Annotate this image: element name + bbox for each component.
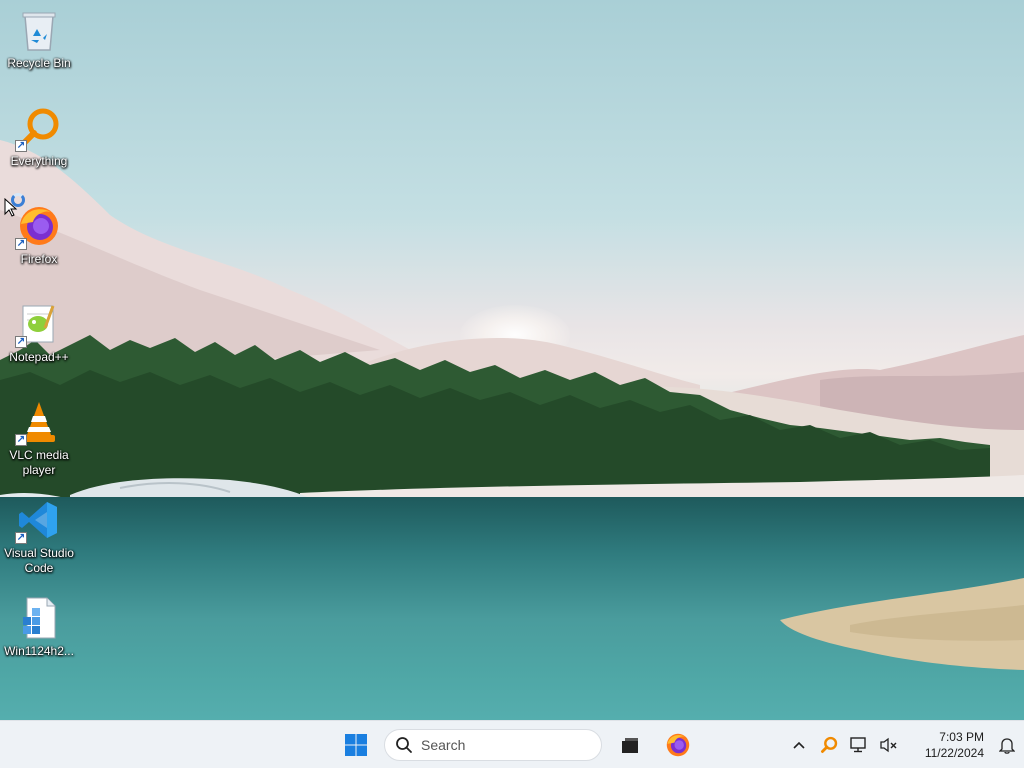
system-tray: 7:03 PM 11/22/2024 bbox=[784, 721, 1024, 769]
firefox-icon: ↗ bbox=[15, 202, 63, 250]
desktop-icon-label: Firefox bbox=[20, 252, 58, 266]
tray-volume-button[interactable] bbox=[874, 725, 904, 765]
desktop-wallpaper bbox=[0, 0, 1024, 720]
tray-network-button[interactable] bbox=[844, 725, 874, 765]
shortcut-arrow-icon: ↗ bbox=[15, 434, 27, 446]
vlc-icon: ↗ bbox=[15, 398, 63, 446]
bell-icon bbox=[999, 738, 1015, 754]
desktop-icon-label: Notepad++ bbox=[9, 350, 69, 364]
desktop-icon-everything[interactable]: ↗ Everything bbox=[0, 104, 78, 169]
desktop-icon-vlc[interactable]: ↗ VLC media player bbox=[0, 398, 78, 478]
desktop-icon-label: Visual Studio Code bbox=[4, 546, 74, 575]
clock-date: 11/22/2024 bbox=[924, 746, 984, 760]
notepadpp-icon: ↗ bbox=[15, 300, 63, 348]
everything-search-icon bbox=[821, 736, 838, 753]
desktop-icon-label: VLC media player bbox=[9, 448, 69, 477]
network-icon bbox=[850, 737, 866, 753]
desktop-icon-label: Recycle Bin bbox=[7, 56, 71, 70]
wallpaper-reeds bbox=[780, 578, 1024, 670]
desktop-icon-vscode[interactable]: ↗ Visual Studio Code bbox=[0, 496, 78, 576]
task-view-icon bbox=[622, 738, 638, 753]
start-icon bbox=[345, 734, 367, 756]
desktop-icon-label: Win1124h2... bbox=[4, 644, 74, 658]
task-view-button[interactable] bbox=[610, 725, 650, 765]
taskbar: Search 7:03 PM 11/22/2024 bbox=[0, 720, 1024, 768]
desktop-icon-notepadpp[interactable]: ↗ Notepad++ bbox=[0, 300, 78, 365]
shortcut-arrow-icon: ↗ bbox=[15, 532, 27, 544]
taskbar-firefox-button[interactable] bbox=[658, 725, 698, 765]
chevron-up-icon bbox=[793, 741, 805, 749]
shortcut-arrow-icon: ↗ bbox=[15, 336, 27, 348]
registry-file-icon bbox=[15, 594, 63, 642]
volume-muted-icon bbox=[880, 737, 897, 753]
desktop-icon-registry-file[interactable]: Win1124h2... bbox=[0, 594, 78, 659]
clock-time: 7:03 PM bbox=[939, 730, 984, 744]
recycle-bin-icon bbox=[15, 6, 63, 54]
desktop-icon-label: Everything bbox=[10, 154, 68, 168]
tray-everything-button[interactable] bbox=[814, 725, 844, 765]
start-button[interactable] bbox=[336, 725, 376, 765]
show-hidden-icons-button[interactable] bbox=[784, 725, 814, 765]
everything-search-icon: ↗ bbox=[15, 104, 63, 152]
notifications-button[interactable] bbox=[990, 725, 1024, 765]
shortcut-arrow-icon: ↗ bbox=[15, 140, 27, 152]
taskbar-clock[interactable]: 7:03 PM 11/22/2024 bbox=[904, 729, 990, 761]
taskbar-center: Search bbox=[336, 721, 698, 769]
desktop-icon-recycle-bin[interactable]: Recycle Bin bbox=[0, 6, 78, 71]
firefox-icon bbox=[666, 733, 690, 757]
mouse-cursor-icon bbox=[4, 198, 18, 217]
search-icon bbox=[396, 737, 412, 753]
shortcut-arrow-icon: ↗ bbox=[15, 238, 27, 250]
taskbar-search-box[interactable]: Search bbox=[384, 729, 602, 761]
search-placeholder: Search bbox=[421, 737, 466, 753]
vscode-icon: ↗ bbox=[15, 496, 63, 544]
